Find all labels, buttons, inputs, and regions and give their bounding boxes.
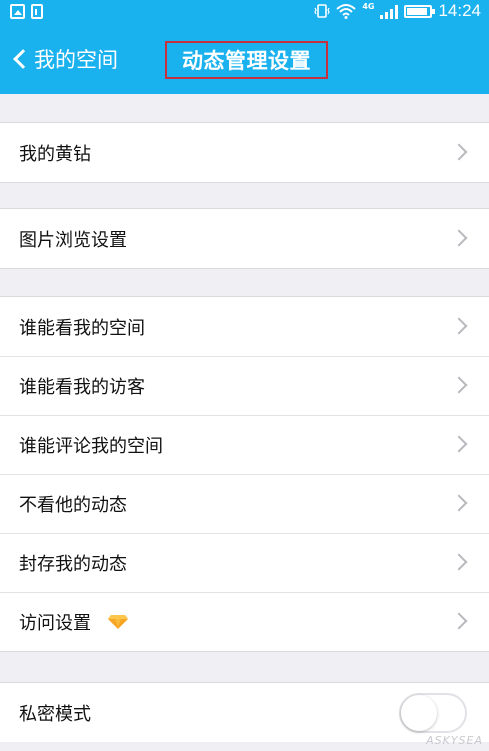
menu-item-hide-their-feed[interactable]: 不看他的动态 [0,474,489,533]
menu-item-label: 私密模式 [19,703,91,725]
menu-item-label: 不看他的动态 [19,494,127,516]
menu-item-label: 访问设置 [19,612,91,634]
chevron-left-icon [13,49,33,69]
chevron-right-icon [450,143,468,161]
menu-item-archive-my-feed[interactable]: 封存我的动态 [0,533,489,592]
chevron-right-icon [450,494,468,512]
menu-item-who-can-view-space[interactable]: 谁能看我的空间 [0,297,489,356]
toggle-knob [401,695,437,731]
yellow-diamond-icon [107,614,129,630]
vibrate-icon [314,4,330,18]
watermark: ASKYSEA [426,734,483,747]
menu-item-yellow-diamond[interactable]: 我的黄钻 [0,123,489,182]
settings-group-vip: 我的黄钻 [0,122,489,183]
chevron-right-icon [450,553,468,571]
chevron-right-icon [450,612,468,630]
title-highlight: 动态管理设置 [165,41,328,79]
chevron-right-icon [450,229,468,247]
menu-item-label: 谁能评论我的空间 [19,435,163,457]
status-time: 14:24 [438,1,481,20]
back-button[interactable]: 我的空间 [10,44,118,74]
chevron-right-icon [450,376,468,394]
menu-item-label: 我的黄钻 [19,143,91,165]
settings-group-photo: 图片浏览设置 [0,208,489,269]
wifi-icon [336,4,356,19]
top-bar: 4G 14:24 我的空间 动态管理设置 [0,0,489,94]
status-bar: 4G 14:24 [0,0,489,22]
chevron-right-icon [450,317,468,335]
network-type: 4G [362,1,375,11]
menu-item-access-settings[interactable]: 访问设置 [0,592,489,651]
file-notification-icon [31,3,43,19]
image-notification-icon [10,3,25,19]
battery-icon [404,4,436,18]
page-title: 动态管理设置 [182,49,311,73]
menu-item-label: 谁能看我的访客 [19,376,145,398]
settings-group-privacy: 谁能看我的空间 谁能看我的访客 谁能评论我的空间 不看他的动态 封存我的动态 访… [0,296,489,652]
signal-icon [380,4,399,19]
menu-item-private-mode: 私密模式 [0,683,489,742]
menu-item-photo-browsing[interactable]: 图片浏览设置 [0,209,489,268]
settings-group-private-mode: 私密模式 [0,682,489,742]
private-mode-toggle[interactable] [399,693,467,733]
menu-item-who-can-view-visitors[interactable]: 谁能看我的访客 [0,356,489,415]
chevron-right-icon [450,435,468,453]
menu-item-label: 封存我的动态 [19,553,127,575]
nav-bar: 我的空间 动态管理设置 [0,22,489,94]
menu-item-who-can-comment[interactable]: 谁能评论我的空间 [0,415,489,474]
menu-item-label: 谁能看我的空间 [19,317,145,339]
menu-item-label: 图片浏览设置 [19,229,127,251]
back-label: 我的空间 [34,48,118,72]
